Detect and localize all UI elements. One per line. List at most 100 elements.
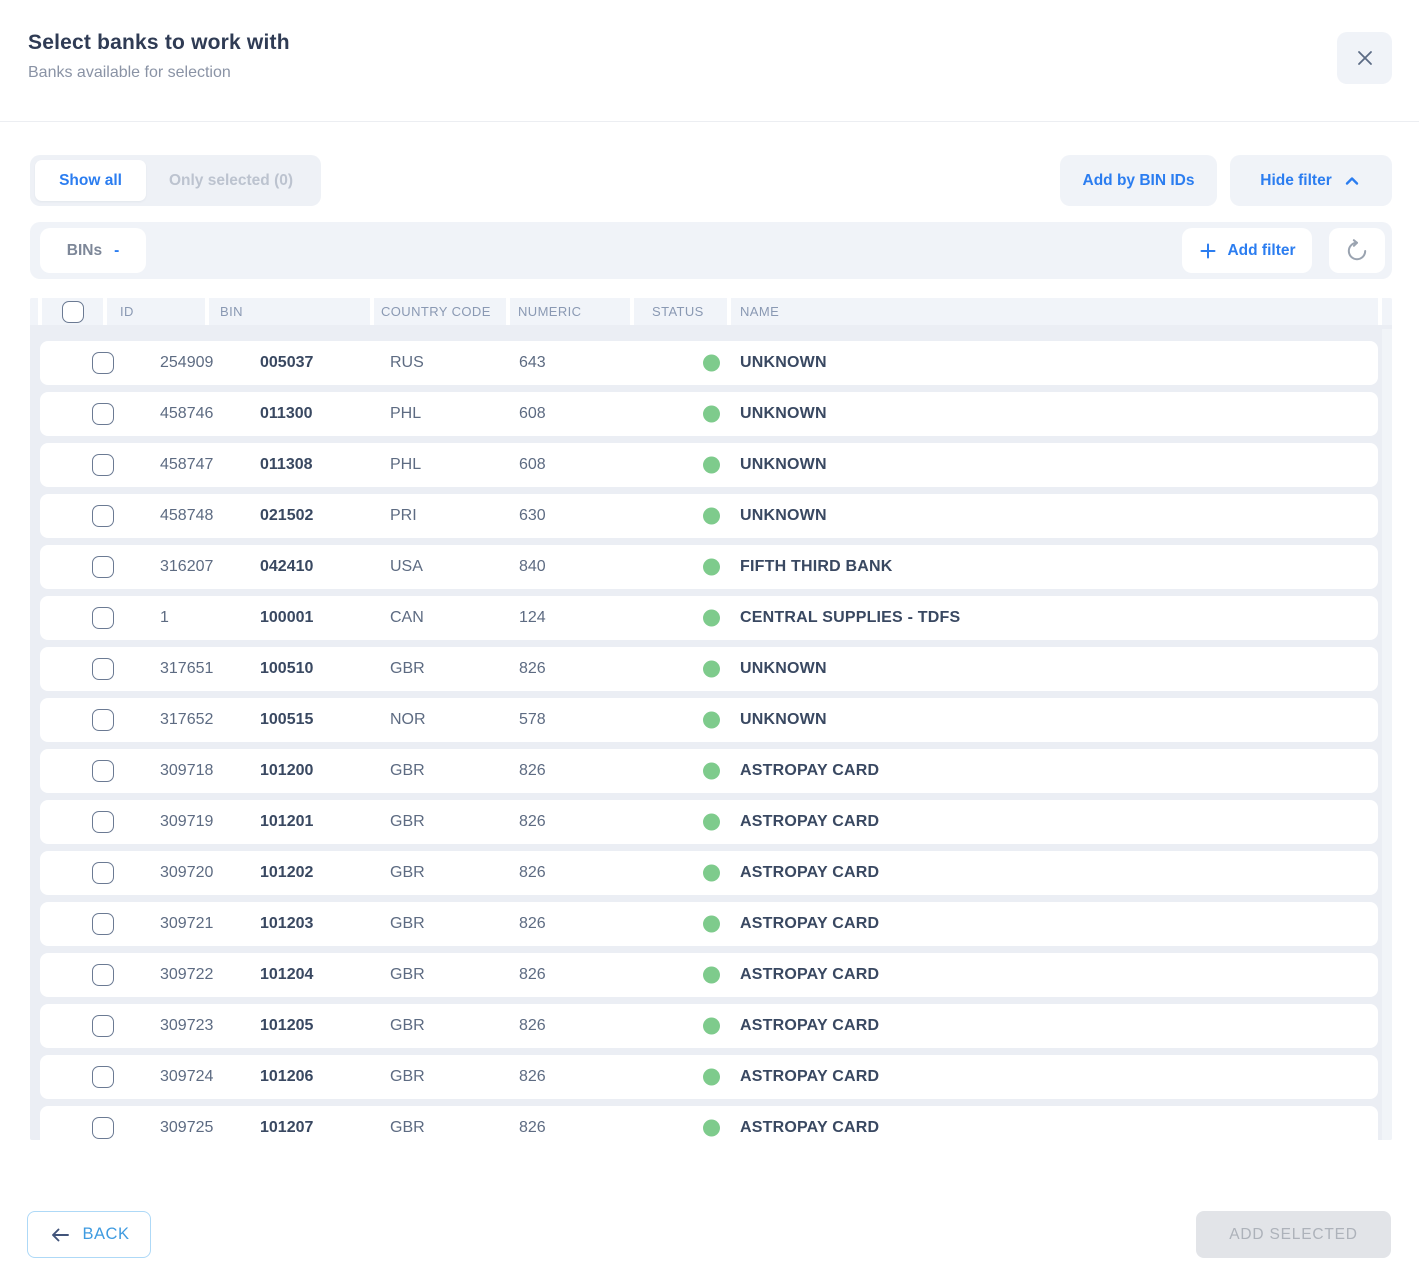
row-checkbox[interactable] bbox=[92, 760, 114, 782]
modal-header: Select banks to work with Banks availabl… bbox=[28, 31, 290, 82]
column-header-bin: BIN bbox=[209, 298, 370, 325]
row-checkbox[interactable] bbox=[92, 607, 114, 629]
page-subtitle: Banks available for selection bbox=[28, 64, 290, 82]
row-checkbox[interactable] bbox=[92, 658, 114, 680]
reset-filters-button[interactable] bbox=[1329, 228, 1385, 273]
status-dot-icon bbox=[703, 1018, 720, 1035]
close-button[interactable] bbox=[1337, 32, 1392, 84]
cell-country-code: USA bbox=[390, 558, 423, 576]
cell-id: 309723 bbox=[160, 1017, 213, 1035]
table-row[interactable]: 309721 101203 GBR 826 ASTROPAY CARD bbox=[40, 902, 1378, 946]
cell-name: UNKNOWN bbox=[740, 711, 827, 729]
cell-bin: 101204 bbox=[260, 966, 313, 984]
row-checkbox[interactable] bbox=[92, 913, 114, 935]
cell-id: 309721 bbox=[160, 915, 213, 933]
hide-filter-label: Hide filter bbox=[1260, 172, 1331, 190]
tab-show-all[interactable]: Show all bbox=[35, 160, 146, 201]
refresh-icon bbox=[1344, 238, 1370, 264]
cell-country-code: GBR bbox=[390, 1017, 425, 1035]
cell-name: UNKNOWN bbox=[740, 660, 827, 678]
row-checkbox[interactable] bbox=[92, 454, 114, 476]
cell-country-code: NOR bbox=[390, 711, 426, 729]
table-row[interactable]: 458746 011300 PHL 608 UNKNOWN bbox=[40, 392, 1378, 436]
cell-id: 458746 bbox=[160, 405, 213, 423]
row-checkbox[interactable] bbox=[92, 1117, 114, 1139]
cell-id: 309725 bbox=[160, 1119, 213, 1137]
select-all-cell bbox=[42, 298, 103, 325]
cell-bin: 042410 bbox=[260, 558, 313, 576]
row-checkbox[interactable] bbox=[92, 1015, 114, 1037]
column-header-name: NAME bbox=[731, 298, 1378, 325]
table-row[interactable]: 458748 021502 PRI 630 UNKNOWN bbox=[40, 494, 1378, 538]
table-row[interactable]: 309720 101202 GBR 826 ASTROPAY CARD bbox=[40, 851, 1378, 895]
table-row[interactable]: 309724 101206 GBR 826 ASTROPAY CARD bbox=[40, 1055, 1378, 1099]
table-row[interactable]: 254909 005037 RUS 643 UNKNOWN bbox=[40, 341, 1378, 385]
cell-numeric: 826 bbox=[519, 864, 546, 882]
back-label: BACK bbox=[83, 1225, 130, 1244]
row-checkbox[interactable] bbox=[92, 1066, 114, 1088]
table-row[interactable]: 316207 042410 USA 840 FIFTH THIRD BANK bbox=[40, 545, 1378, 589]
banks-table: ID BIN COUNTRY CODE NUMERIC STATUS NAME … bbox=[30, 298, 1392, 1140]
table-row[interactable]: 309719 101201 GBR 826 ASTROPAY CARD bbox=[40, 800, 1378, 844]
header-gutter bbox=[30, 298, 38, 325]
table-row[interactable]: 317651 100510 GBR 826 UNKNOWN bbox=[40, 647, 1378, 691]
cell-country-code: GBR bbox=[390, 813, 425, 831]
cell-country-code: GBR bbox=[390, 762, 425, 780]
table-row[interactable]: 458747 011308 PHL 608 UNKNOWN bbox=[40, 443, 1378, 487]
table-row[interactable]: 317652 100515 NOR 578 UNKNOWN bbox=[40, 698, 1378, 742]
status-dot-icon bbox=[703, 712, 720, 729]
cell-country-code: GBR bbox=[390, 1068, 425, 1086]
bins-filter-value: - bbox=[114, 242, 119, 260]
cell-name: UNKNOWN bbox=[740, 456, 827, 474]
status-dot-icon bbox=[703, 355, 720, 372]
arrow-left-icon bbox=[49, 1224, 71, 1246]
back-button[interactable]: BACK bbox=[27, 1211, 151, 1258]
cell-name: FIFTH THIRD BANK bbox=[740, 558, 893, 576]
status-dot-icon bbox=[703, 508, 720, 525]
cell-id: 317651 bbox=[160, 660, 213, 678]
tab-only-selected[interactable]: Only selected (0) bbox=[146, 160, 316, 201]
cell-numeric: 826 bbox=[519, 762, 546, 780]
bins-filter-chip[interactable]: BINs - bbox=[40, 228, 146, 273]
cell-id: 458747 bbox=[160, 456, 213, 474]
status-dot-icon bbox=[703, 1120, 720, 1137]
cell-id: 309722 bbox=[160, 966, 213, 984]
row-checkbox[interactable] bbox=[92, 505, 114, 527]
row-checkbox[interactable] bbox=[92, 403, 114, 425]
cell-bin: 101200 bbox=[260, 762, 313, 780]
row-checkbox[interactable] bbox=[92, 964, 114, 986]
add-by-bin-ids-button[interactable]: Add by BIN IDs bbox=[1060, 155, 1217, 206]
row-checkbox[interactable] bbox=[92, 862, 114, 884]
table-body: 254909 005037 RUS 643 UNKNOWN 458746 011… bbox=[30, 325, 1392, 1140]
cell-name: CENTRAL SUPPLIES - TDFS bbox=[740, 609, 960, 627]
table-row[interactable]: 309718 101200 GBR 826 ASTROPAY CARD bbox=[40, 749, 1378, 793]
bins-filter-label: BINs bbox=[67, 242, 102, 260]
table-row[interactable]: 1 100001 CAN 124 CENTRAL SUPPLIES - TDFS bbox=[40, 596, 1378, 640]
table-row[interactable]: 309723 101205 GBR 826 ASTROPAY CARD bbox=[40, 1004, 1378, 1048]
add-filter-button[interactable]: Add filter bbox=[1182, 228, 1312, 273]
row-checkbox[interactable] bbox=[92, 811, 114, 833]
cell-id: 309724 bbox=[160, 1068, 213, 1086]
select-all-checkbox[interactable] bbox=[62, 301, 84, 323]
cell-id: 317652 bbox=[160, 711, 213, 729]
row-checkbox[interactable] bbox=[92, 709, 114, 731]
hide-filter-button[interactable]: Hide filter bbox=[1230, 155, 1392, 206]
cell-id: 254909 bbox=[160, 354, 213, 372]
table-row[interactable]: 309722 101204 GBR 826 ASTROPAY CARD bbox=[40, 953, 1378, 997]
vertical-scrollbar[interactable] bbox=[1382, 329, 1392, 1140]
cell-id: 309720 bbox=[160, 864, 213, 882]
status-dot-icon bbox=[703, 967, 720, 984]
row-checkbox[interactable] bbox=[92, 556, 114, 578]
cell-country-code: GBR bbox=[390, 1119, 425, 1137]
cell-numeric: 826 bbox=[519, 966, 546, 984]
add-selected-button[interactable]: ADD SELECTED bbox=[1196, 1211, 1391, 1258]
filter-bar: BINs - Add filter bbox=[30, 222, 1392, 279]
cell-name: UNKNOWN bbox=[740, 405, 827, 423]
cell-id: 309719 bbox=[160, 813, 213, 831]
cell-name: ASTROPAY CARD bbox=[740, 966, 879, 984]
cell-numeric: 643 bbox=[519, 354, 546, 372]
table-row[interactable]: 309725 101207 GBR 826 ASTROPAY CARD bbox=[40, 1106, 1378, 1140]
cell-bin: 101202 bbox=[260, 864, 313, 882]
row-checkbox[interactable] bbox=[92, 352, 114, 374]
cell-numeric: 826 bbox=[519, 1017, 546, 1035]
